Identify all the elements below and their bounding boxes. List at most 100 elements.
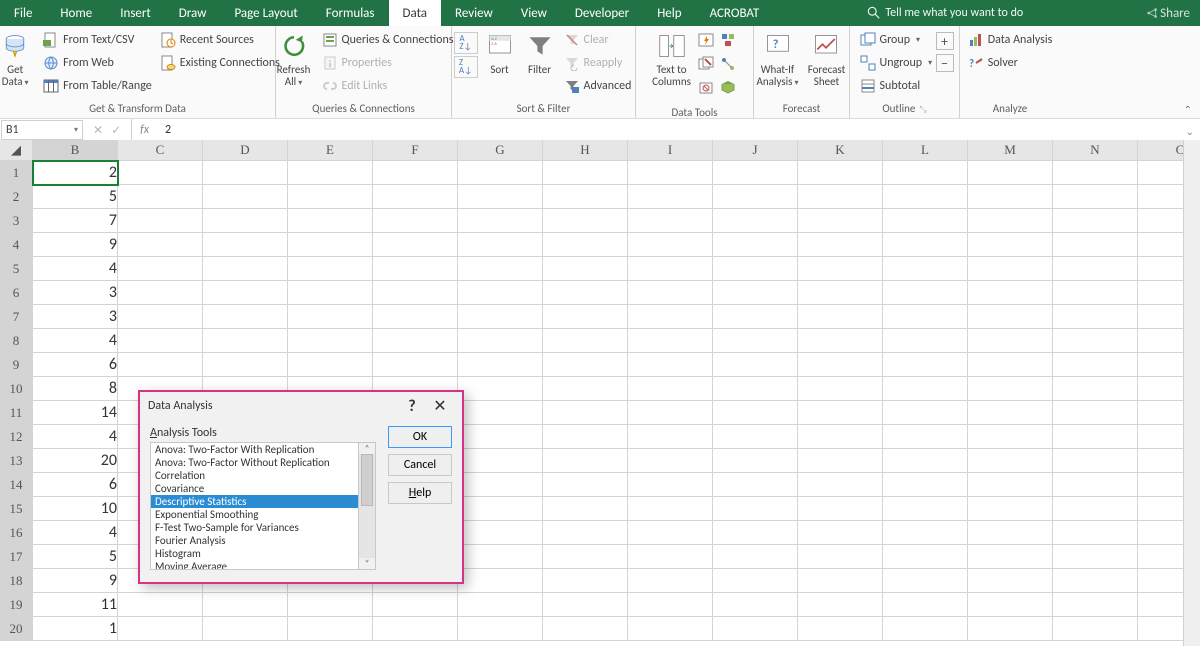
tab-help[interactable]: Help xyxy=(643,0,695,26)
cell[interactable] xyxy=(883,257,968,281)
data-analysis-button[interactable]: Data Analysis xyxy=(968,30,1053,50)
from-text-csv-button[interactable]: From Text/CSV xyxy=(43,30,152,50)
flash-fill-icon[interactable] xyxy=(698,32,714,48)
cell[interactable] xyxy=(1053,257,1138,281)
fx-icon[interactable]: fx xyxy=(132,123,157,137)
cell[interactable] xyxy=(968,425,1053,449)
recent-sources-button[interactable]: Recent Sources xyxy=(160,30,280,50)
cell[interactable] xyxy=(628,473,713,497)
share-button[interactable]: Share xyxy=(1136,0,1200,26)
cell[interactable] xyxy=(543,281,628,305)
forecast-sheet-button[interactable]: Forecast Sheet xyxy=(802,28,850,90)
cell[interactable] xyxy=(458,329,543,353)
cell[interactable] xyxy=(628,569,713,593)
row-header[interactable]: 20 xyxy=(0,617,33,641)
cell[interactable] xyxy=(713,329,798,353)
cell[interactable] xyxy=(1053,401,1138,425)
queries-connections-button[interactable]: Queries & Connections xyxy=(322,30,454,50)
cell[interactable] xyxy=(458,545,543,569)
cell[interactable] xyxy=(883,353,968,377)
list-item[interactable]: Histogram xyxy=(151,547,375,560)
cell[interactable] xyxy=(203,281,288,305)
cell[interactable] xyxy=(1053,473,1138,497)
cell[interactable]: 4 xyxy=(33,257,118,281)
cell[interactable] xyxy=(543,521,628,545)
cell[interactable] xyxy=(543,593,628,617)
tab-view[interactable]: View xyxy=(507,0,561,26)
subtotal-button[interactable]: Subtotal xyxy=(860,76,932,96)
row-header[interactable]: 2 xyxy=(0,185,33,209)
cell[interactable] xyxy=(458,449,543,473)
cell[interactable]: 8 xyxy=(33,377,118,401)
cell[interactable] xyxy=(543,353,628,377)
cell[interactable] xyxy=(543,473,628,497)
cell[interactable] xyxy=(798,449,883,473)
sort-desc-icon[interactable]: ZA↓ xyxy=(454,56,478,78)
get-data-button[interactable]: Get Data▾ xyxy=(0,28,39,91)
cell[interactable] xyxy=(203,353,288,377)
cell[interactable] xyxy=(713,185,798,209)
list-item[interactable]: Covariance xyxy=(151,482,375,495)
cell[interactable] xyxy=(628,449,713,473)
cell[interactable] xyxy=(543,425,628,449)
cell[interactable] xyxy=(968,449,1053,473)
cell[interactable] xyxy=(968,377,1053,401)
column-header[interactable]: J xyxy=(713,140,798,161)
cell[interactable] xyxy=(118,185,203,209)
cell[interactable] xyxy=(713,593,798,617)
cell[interactable] xyxy=(458,497,543,521)
tab-file[interactable]: File xyxy=(0,0,46,26)
cell[interactable] xyxy=(118,209,203,233)
solver-button[interactable]: ?Solver xyxy=(968,53,1053,73)
hide-detail-icon[interactable]: − xyxy=(936,54,954,72)
cell[interactable] xyxy=(288,329,373,353)
cell[interactable] xyxy=(883,545,968,569)
cell[interactable] xyxy=(628,425,713,449)
cell[interactable] xyxy=(968,161,1053,185)
analysis-tools-listbox[interactable]: Anova: Two-Factor With ReplicationAnova:… xyxy=(150,442,376,570)
cell[interactable] xyxy=(628,209,713,233)
cell[interactable] xyxy=(883,473,968,497)
cell[interactable] xyxy=(458,161,543,185)
cell[interactable] xyxy=(1053,377,1138,401)
row-header[interactable]: 12 xyxy=(0,425,33,449)
tab-page-layout[interactable]: Page Layout xyxy=(220,0,311,26)
cell[interactable] xyxy=(628,281,713,305)
cell[interactable] xyxy=(1053,569,1138,593)
cell[interactable] xyxy=(203,233,288,257)
cell[interactable] xyxy=(288,209,373,233)
cell[interactable]: 4 xyxy=(33,521,118,545)
cell[interactable] xyxy=(968,185,1053,209)
cell[interactable] xyxy=(713,425,798,449)
cell[interactable] xyxy=(203,305,288,329)
cell[interactable] xyxy=(883,233,968,257)
tab-draw[interactable]: Draw xyxy=(165,0,221,26)
cell[interactable] xyxy=(883,521,968,545)
cell[interactable]: 11 xyxy=(33,593,118,617)
cell[interactable] xyxy=(543,569,628,593)
cell[interactable] xyxy=(968,257,1053,281)
cell[interactable] xyxy=(968,593,1053,617)
cell[interactable] xyxy=(1053,593,1138,617)
cell[interactable] xyxy=(968,233,1053,257)
cell[interactable] xyxy=(628,305,713,329)
cell[interactable]: 4 xyxy=(33,329,118,353)
cell[interactable] xyxy=(798,593,883,617)
cell[interactable] xyxy=(1053,209,1138,233)
cell[interactable] xyxy=(883,305,968,329)
column-header[interactable]: H xyxy=(543,140,628,161)
row-header[interactable]: 14 xyxy=(0,473,33,497)
list-item[interactable]: Anova: Two-Factor Without Replication xyxy=(151,456,375,469)
show-detail-icon[interactable]: + xyxy=(936,32,954,50)
cell[interactable] xyxy=(798,185,883,209)
scrollbar-thumb[interactable] xyxy=(361,454,373,506)
cell[interactable] xyxy=(288,185,373,209)
column-header[interactable]: D xyxy=(203,140,288,161)
list-item[interactable]: Exponential Smoothing xyxy=(151,508,375,521)
column-header[interactable]: B xyxy=(33,140,118,161)
cell[interactable] xyxy=(798,377,883,401)
column-header[interactable]: E xyxy=(288,140,373,161)
cell[interactable] xyxy=(458,425,543,449)
data-model-icon[interactable] xyxy=(720,80,736,96)
cell[interactable] xyxy=(628,617,713,641)
